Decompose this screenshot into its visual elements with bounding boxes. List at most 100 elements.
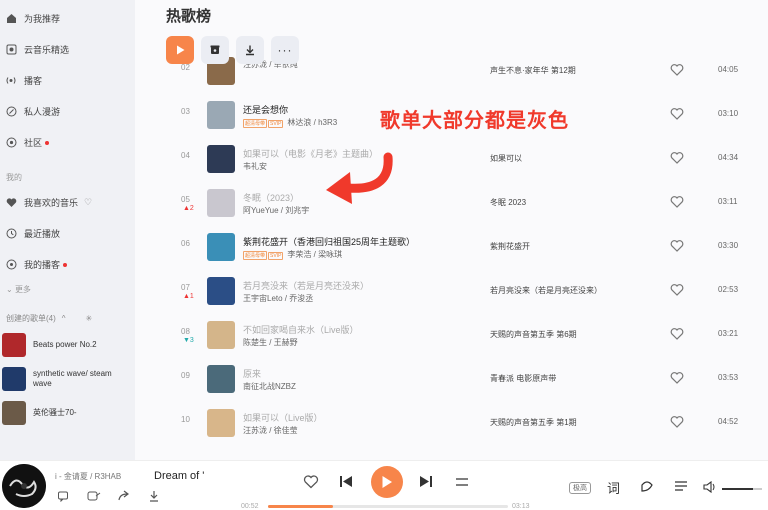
download-song-icon[interactable] — [148, 490, 160, 502]
more-toggle[interactable]: ⌄ 更多 — [0, 280, 135, 299]
like-button[interactable] — [303, 474, 319, 489]
share-icon[interactable] — [87, 490, 101, 502]
song-cover[interactable] — [207, 409, 235, 437]
toolbar: ··· — [166, 36, 299, 64]
add-playlist-icon[interactable]: ✳ — [86, 314, 93, 323]
sidebar-mine-item-label: 我喜欢的音乐 — [24, 198, 79, 208]
collect-button[interactable] — [201, 36, 229, 64]
song-artist[interactable]: 阿YueYue / 刘兆宇 — [243, 206, 309, 215]
sidebar-item-3[interactable]: 私人漫游 — [0, 96, 135, 127]
play-mode-button[interactable] — [455, 476, 469, 488]
song-cover[interactable] — [207, 101, 235, 129]
song-artist[interactable]: 林达浪 / h3R3 — [287, 118, 337, 127]
sidebar-item-1[interactable]: 云音乐精选 — [0, 34, 135, 65]
created-playlists-header[interactable]: 创建的歌单(4) ^ ✳ — [0, 299, 135, 328]
previous-button[interactable] — [339, 475, 353, 488]
now-playing-cover[interactable] — [2, 464, 46, 508]
song-artist[interactable]: 韦礼安 — [243, 162, 267, 171]
song-album[interactable]: 天赐的声音第五季 第1期 — [490, 417, 577, 428]
like-song-button[interactable] — [670, 151, 684, 166]
heart-icon — [670, 328, 684, 340]
volume-icon[interactable] — [703, 481, 717, 493]
quality-button[interactable]: 极高 — [569, 482, 591, 494]
song-artist[interactable]: 李荣浩 / 梁咏琪 — [287, 250, 342, 259]
now-playing-title[interactable]: Dream of ' — [154, 470, 204, 482]
heart-icon — [670, 240, 684, 252]
sidebar-mine-item-0[interactable]: 我喜欢的音乐 ♡ — [0, 187, 135, 218]
sidebar-mine-item-1[interactable]: 最近播放 — [0, 218, 135, 249]
song-title[interactable]: 冬眠（2023） — [243, 191, 299, 204]
play-icon — [177, 45, 185, 55]
created-playlists-label: 创建的歌单(4) — [6, 314, 56, 323]
song-album[interactable]: 青春派 电影原声带 — [490, 373, 556, 384]
progress-bar[interactable] — [268, 505, 508, 508]
next-button[interactable] — [419, 475, 433, 488]
song-album[interactable]: 天赐的声音第五季 第6期 — [490, 329, 577, 340]
song-row[interactable]: 08 ▼3 不如回家喝自来水（Live版） 陈楚生 / 王赫野 天赐的声音第五季 第6期… — [135, 314, 768, 358]
song-album[interactable]: 紫荆花盛开 — [490, 241, 530, 252]
music-library-icon — [4, 43, 18, 57]
playlist-label: Beats power No.2 — [33, 340, 97, 350]
song-duration: 03:10 — [718, 109, 739, 118]
song-title[interactable]: 紫荆花盛开（香港回归祖国25周年主题歌） — [243, 235, 415, 248]
forward-icon[interactable] — [117, 490, 131, 502]
sidebar-item-2[interactable]: 播客 — [0, 65, 135, 96]
like-song-button[interactable] — [670, 195, 684, 210]
like-song-button[interactable] — [670, 107, 684, 122]
song-cover[interactable] — [207, 365, 235, 393]
heart-mode-icon[interactable]: ♡ — [84, 197, 92, 208]
song-rank: 09 — [181, 371, 190, 380]
like-song-button[interactable] — [670, 239, 684, 254]
song-artist[interactable]: 汪苏泷 / 徐佳莹 — [243, 426, 298, 435]
community-icon — [4, 136, 18, 150]
play-all-button[interactable] — [166, 36, 194, 64]
song-artist[interactable]: 南征北战NZBZ — [243, 382, 296, 391]
like-song-button[interactable] — [670, 283, 684, 298]
playlist-item[interactable]: Beats power No.2 — [0, 328, 135, 362]
like-song-button[interactable] — [670, 327, 684, 342]
sidebar-item-0[interactable]: 为我推荐 — [0, 3, 135, 34]
song-title[interactable]: 原来 — [243, 367, 261, 380]
sidebar-mine-item-2[interactable]: 我的播客 — [0, 249, 135, 280]
song-duration: 03:53 — [718, 373, 739, 382]
like-song-button[interactable] — [670, 63, 684, 78]
playlist-item[interactable]: synthetic wave/ steam wave — [0, 362, 135, 396]
song-row[interactable]: 10 如果可以（Live版） 汪苏泷 / 徐佳莹 天赐的声音第五季 第1期 04:52 — [135, 402, 768, 446]
playlist-queue-icon[interactable] — [674, 480, 688, 492]
song-album[interactable]: 若月亮没来（若是月亮还没来） — [490, 285, 602, 296]
song-title[interactable]: 还是会想你 — [243, 103, 288, 116]
comment-icon[interactable] — [57, 490, 69, 502]
song-cover[interactable] — [207, 321, 235, 349]
download-all-button[interactable] — [236, 36, 264, 64]
song-artist[interactable]: 陈楚生 / 王赫野 — [243, 338, 298, 347]
song-album[interactable]: 如果可以 — [490, 153, 522, 164]
song-row[interactable]: 06 紫荆花盛开（香港回归祖国25周年主题歌） 超清母带 SVIP 李荣浩 / 梁咏琪紫… — [135, 226, 768, 270]
song-cover[interactable] — [207, 277, 235, 305]
song-title[interactable]: 不如回家喝自来水（Live版） — [243, 323, 359, 336]
song-title[interactable]: 如果可以（Live版） — [243, 411, 323, 424]
sidebar-item-4[interactable]: 社区 — [0, 127, 135, 158]
like-song-button[interactable] — [670, 371, 684, 386]
playlist-item[interactable]: 英伦骚士70- — [0, 396, 135, 430]
chevron-up-icon[interactable]: ^ — [62, 314, 66, 323]
song-duration: 03:21 — [718, 329, 739, 338]
lyrics-button[interactable]: 词 — [607, 478, 620, 497]
play-pause-button[interactable] — [371, 466, 403, 498]
now-playing-artist[interactable]: i - 金请夏 / R3HAB — [55, 471, 121, 482]
song-album[interactable]: 冬眠 2023 — [490, 197, 526, 208]
song-row[interactable]: 04 如果可以（电影《月老》主题曲） 韦礼安 如果可以 04:34 — [135, 138, 768, 182]
song-cover[interactable] — [207, 233, 235, 261]
song-row[interactable]: 07 ▲1 若月亮没来（若是月亮还没来） 王宇宙Leto / 乔浚丞 若月亮没来（若是月… — [135, 270, 768, 314]
song-row[interactable]: 09 原来南征北战NZBZ 青春派 电影原声带 03:53 — [135, 358, 768, 402]
like-song-button[interactable] — [670, 415, 684, 430]
song-cover[interactable] — [207, 145, 235, 173]
song-album[interactable]: 声生不息·家年华 第12期 — [490, 65, 576, 76]
song-cover[interactable] — [207, 189, 235, 217]
heart-icon — [670, 196, 684, 208]
more-options-button[interactable]: ··· — [271, 36, 299, 64]
song-title[interactable]: 若月亮没来（若是月亮还没来） — [243, 279, 369, 292]
listen-together-icon[interactable] — [640, 479, 654, 492]
song-artist[interactable]: 王宇宙Leto / 乔浚丞 — [243, 294, 313, 303]
song-row[interactable]: 05 ▲2 冬眠（2023） 阿YueYue / 刘兆宇 冬眠 2023 03:11 — [135, 182, 768, 226]
volume-slider[interactable] — [722, 488, 762, 490]
